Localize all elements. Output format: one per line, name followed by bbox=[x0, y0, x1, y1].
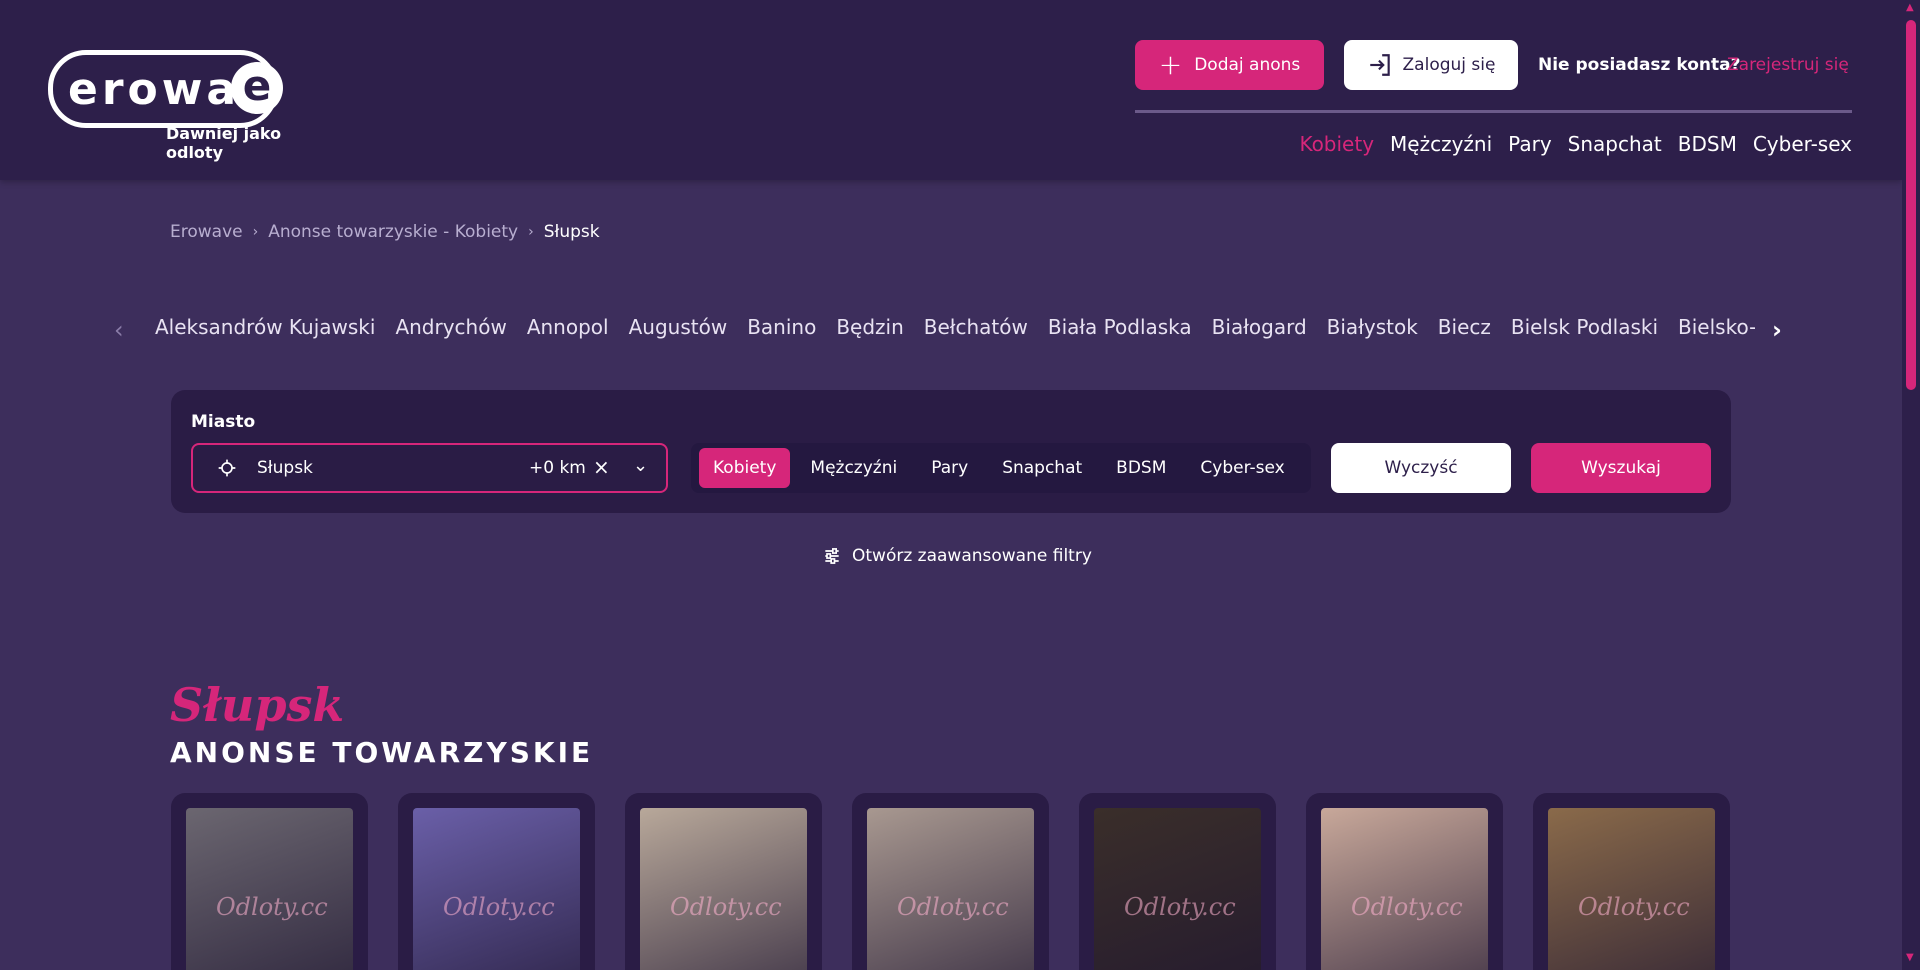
nav-item-cyber-sex[interactable]: Cyber-sex bbox=[1753, 132, 1852, 156]
logo[interactable]: erowav e Dawniej jako odloty bbox=[48, 50, 328, 162]
scroll-thumb[interactable] bbox=[1906, 20, 1916, 390]
advanced-filters-label: Otwórz zaawansowane filtry bbox=[852, 546, 1092, 566]
watermark: Odloty.cc bbox=[1124, 893, 1236, 921]
add-listing-label: Dodaj anons bbox=[1194, 55, 1301, 75]
category-cyber-sex[interactable]: Cyber-sex bbox=[1186, 448, 1298, 488]
city-link[interactable]: Białogard bbox=[1212, 315, 1307, 339]
watermark: Odloty.cc bbox=[443, 893, 555, 921]
category-bdsm[interactable]: BDSM bbox=[1102, 448, 1180, 488]
listing-photo[interactable]: Odloty.cc bbox=[413, 808, 580, 970]
breadcrumb-current: Słupsk bbox=[543, 222, 600, 242]
logo-subtitle: Dawniej jako odloty bbox=[166, 124, 282, 162]
add-listing-button[interactable]: + Dodaj anons bbox=[1135, 40, 1324, 90]
category-snapchat[interactable]: Snapchat bbox=[988, 448, 1096, 488]
city-link[interactable]: Białystok bbox=[1327, 315, 1418, 339]
scroll-up-icon[interactable]: ▲ bbox=[1906, 2, 1914, 13]
category-filter: Kobiety Mężczyźni Pary Snapchat BDSM Cyb… bbox=[691, 443, 1311, 493]
nav-item-pary[interactable]: Pary bbox=[1508, 132, 1551, 156]
listing-photo[interactable]: Odloty.cc bbox=[1321, 808, 1488, 970]
city-link[interactable]: Będzin bbox=[836, 315, 903, 339]
city-select[interactable]: Słupsk +0 km × ⌄ bbox=[191, 443, 668, 493]
city-heading: Słupsk bbox=[170, 678, 345, 732]
scroll-down-icon[interactable]: ▼ bbox=[1906, 952, 1914, 963]
listing-photo[interactable]: Odloty.cc bbox=[1548, 808, 1715, 970]
site-header: erowav e Dawniej jako odloty + Dodaj ano… bbox=[0, 0, 1902, 180]
plus-icon: + bbox=[1158, 48, 1183, 81]
listing-photo[interactable]: Odloty.cc bbox=[867, 808, 1034, 970]
search-button[interactable]: Wyszukaj bbox=[1531, 443, 1711, 493]
chevron-right-icon: › bbox=[528, 224, 534, 240]
city-link[interactable]: Biecz bbox=[1438, 315, 1491, 339]
watermark: Odloty.cc bbox=[216, 893, 328, 921]
nav-item-snapchat[interactable]: Snapchat bbox=[1568, 132, 1662, 156]
breadcrumb-home[interactable]: Erowave bbox=[170, 222, 243, 242]
listing-grid: Odloty.cc Odloty.cc Odloty.cc Odloty.cc … bbox=[171, 793, 1730, 970]
listing-card[interactable]: Odloty.cc bbox=[625, 793, 822, 970]
login-icon bbox=[1369, 54, 1390, 76]
category-kobiety[interactable]: Kobiety bbox=[699, 448, 791, 488]
city-value: Słupsk bbox=[257, 458, 313, 478]
login-button[interactable]: Zaloguj się bbox=[1344, 40, 1518, 90]
city-link[interactable]: Annopol bbox=[527, 315, 609, 339]
category-mezczyzni[interactable]: Mężczyźni bbox=[796, 448, 911, 488]
chevron-down-icon[interactable]: ⌄ bbox=[633, 455, 648, 476]
city-link[interactable]: Banino bbox=[747, 315, 816, 339]
distance-value[interactable]: +0 km bbox=[529, 458, 586, 478]
logo-e: e bbox=[231, 62, 283, 114]
header-divider bbox=[1135, 110, 1852, 113]
location-target-icon bbox=[218, 459, 236, 477]
listing-card[interactable]: Odloty.cc bbox=[1306, 793, 1503, 970]
watermark: Odloty.cc bbox=[897, 893, 1009, 921]
listing-card[interactable]: Odloty.cc bbox=[1079, 793, 1276, 970]
city-link[interactable]: Biała Podlaska bbox=[1048, 315, 1192, 339]
category-pary[interactable]: Pary bbox=[917, 448, 982, 488]
watermark: Odloty.cc bbox=[1351, 893, 1463, 921]
page-scrollbar[interactable]: ▲ ▼ bbox=[1902, 0, 1920, 970]
listing-photo[interactable]: Odloty.cc bbox=[186, 808, 353, 970]
listing-card[interactable]: Odloty.cc bbox=[852, 793, 1049, 970]
no-account-text: Nie posiadasz konta? bbox=[1538, 55, 1741, 75]
city-label: Miasto bbox=[191, 412, 256, 432]
sliders-icon bbox=[825, 548, 839, 564]
search-panel: Miasto Słupsk +0 km × ⌄ Kobiety Mężczyźn… bbox=[171, 390, 1731, 513]
register-link[interactable]: Zarejestruj się bbox=[1727, 55, 1849, 75]
clear-button[interactable]: Wyczyść bbox=[1331, 443, 1511, 493]
listing-photo[interactable]: Odloty.cc bbox=[640, 808, 807, 970]
chevron-right-icon: › bbox=[252, 224, 259, 240]
breadcrumb: Erowave › Anonse towarzyskie - Kobiety ›… bbox=[170, 222, 600, 242]
nav-item-kobiety[interactable]: Kobiety bbox=[1299, 132, 1374, 156]
breadcrumb-category[interactable]: Anonse towarzyskie - Kobiety bbox=[268, 222, 518, 242]
close-icon[interactable]: × bbox=[593, 455, 610, 479]
city-link[interactable]: Bielsk Podlaski bbox=[1511, 315, 1658, 339]
chevron-right-icon[interactable]: › bbox=[1772, 316, 1782, 344]
advanced-filters-toggle[interactable]: Otwórz zaawansowane filtry bbox=[822, 546, 1092, 566]
section-heading: ANONSE TOWARZYSKIE bbox=[170, 736, 594, 769]
watermark: Odloty.cc bbox=[670, 893, 782, 921]
listing-card[interactable]: Odloty.cc bbox=[398, 793, 595, 970]
watermark: Odloty.cc bbox=[1578, 893, 1690, 921]
city-link[interactable]: Andrychów bbox=[395, 315, 506, 339]
nav-item-bdsm[interactable]: BDSM bbox=[1678, 132, 1737, 156]
listing-card[interactable]: Odloty.cc bbox=[171, 793, 368, 970]
top-navigation: Kobiety Mężczyźni Pary Snapchat BDSM Cyb… bbox=[1299, 132, 1852, 156]
login-label: Zaloguj się bbox=[1402, 55, 1496, 75]
city-link[interactable]: Aleksandrów Kujawski bbox=[155, 315, 375, 339]
listing-photo[interactable]: Odloty.cc bbox=[1094, 808, 1261, 970]
nav-item-mezczyzni[interactable]: Mężczyźni bbox=[1390, 132, 1492, 156]
city-link[interactable]: Bełchatów bbox=[924, 315, 1028, 339]
city-link[interactable]: Augustów bbox=[629, 315, 728, 339]
city-slider: Aleksandrów Kujawski Andrychów Annopol A… bbox=[110, 315, 1790, 345]
listing-card[interactable]: Odloty.cc bbox=[1533, 793, 1730, 970]
